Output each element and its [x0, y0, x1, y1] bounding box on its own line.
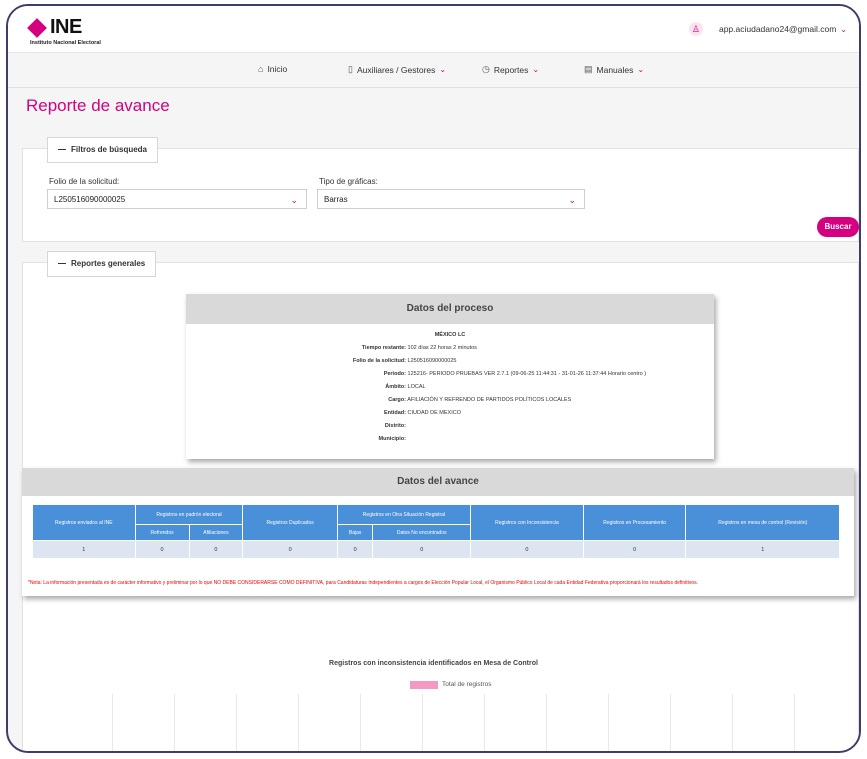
user-menu[interactable]: ♙ app.aciudadano24@gmail.com ⌄ [688, 22, 847, 36]
nav-item-auxiliares[interactable]: ▯ Auxiliares / Gestores ⌄ [348, 64, 446, 75]
page-title: Reporte de avance [26, 96, 170, 115]
progress-table: Registros enviados al INE Registros en p… [32, 504, 840, 559]
nav-item-inicio[interactable]: ⌂ Inicio [258, 64, 287, 74]
user-email: app.aciudadano24@gmail.com [718, 24, 837, 34]
nav-item-reportes[interactable]: ◷ Reportes ⌄ [482, 64, 539, 75]
reports-legend-label: Reportes generales [71, 259, 146, 268]
th-afiliaciones: Afiliaciones [188, 524, 244, 541]
th-otra-situacion: Registros en Otra Situación Registral [336, 504, 472, 525]
chart-type-value: Barras [324, 195, 348, 204]
process-card: Datos del proceso MÉXICO LC Tiempo resta… [186, 294, 714, 459]
main-nav: ⌂ Inicio ▯ Auxiliares / Gestores ⌄ ◷ Rep… [8, 53, 859, 88]
chart-gridline [484, 694, 485, 751]
file-icon: ▤ [584, 64, 593, 74]
chevron-down-icon: ⌄ [568, 195, 576, 205]
document-icon: ▯ [348, 64, 353, 74]
chart-gridline [422, 694, 423, 751]
collapse-icon [58, 263, 66, 265]
search-button[interactable]: Buscar [817, 217, 859, 237]
process-row: Tiempo restante: 102 días 22 horas 2 min… [361, 345, 477, 351]
home-icon: ⌂ [258, 64, 264, 74]
logo-subtitle: Instituto Nacional Electoral [30, 40, 101, 46]
th-duplicados: Registros Duplicados [242, 504, 338, 541]
nav-item-manuales[interactable]: ▤ Manuales ⌄ [584, 64, 644, 75]
nav-label: Reportes [493, 64, 529, 75]
reports-legend[interactable]: Reportes generales [47, 251, 157, 277]
chevron-down-icon: ⌄ [439, 65, 447, 74]
table-cell: 1 [32, 540, 136, 559]
folio-value: L250516090000025 [54, 195, 126, 204]
chevron-down-icon: ⌄ [637, 65, 645, 74]
chart-gridline [112, 694, 113, 751]
chevron-down-icon: ⌄ [290, 195, 298, 205]
progress-card: Datos del avance Registros enviados al I… [22, 468, 854, 596]
process-card-title: Datos del proceso [186, 294, 714, 324]
process-row: Folio de la solicitud: L250516090000025 [352, 358, 457, 364]
th-inconsistencia: Registros con Inconsistencia [470, 504, 584, 541]
table-cell: 0 [336, 540, 374, 559]
ine-logo[interactable]: INE Instituto Nacional Electoral [27, 16, 101, 46]
chart-gridline [608, 694, 609, 751]
progress-card-title: Datos del avance [22, 468, 854, 496]
user-icon: ♙ [688, 22, 703, 36]
th-mesa-control: Registros en mesa de control (Revisión) [685, 504, 840, 541]
chart-gridline [174, 694, 175, 751]
chart-gridline [546, 694, 547, 751]
chart-gridline [732, 694, 733, 751]
chart-gridline [236, 694, 237, 751]
process-row: Municipio: [378, 436, 407, 442]
process-row: Distrito: [384, 423, 406, 429]
table-cell: 0 [242, 540, 338, 559]
th-enviados: Registros enviados al INE [32, 504, 136, 541]
th-no-encontrados: Datos No encontrados [372, 524, 471, 541]
chart-type-select[interactable]: Barras ⌄ [317, 189, 585, 209]
table-cell: 0 [134, 540, 190, 559]
table-cell: 0 [188, 540, 244, 559]
filters-legend[interactable]: Filtros de búsqueda [47, 137, 159, 163]
table-cell: 0 [372, 540, 471, 559]
app-frame: INE Instituto Nacional Electoral ♙ app.a… [6, 4, 861, 753]
folio-label: Folio de la solicitud: [49, 177, 120, 186]
table-cell: 0 [470, 540, 584, 559]
chart-gridline [360, 694, 361, 751]
process-row: Cargo: AFILIACIÓN Y REFRENDO DE PARTIDOS… [388, 397, 572, 403]
filters-legend-label: Filtros de búsqueda [71, 145, 148, 154]
clock-icon: ◷ [482, 64, 490, 74]
process-heading: MÉXICO LC [434, 332, 466, 338]
nav-label: Auxiliares / Gestores [356, 64, 436, 75]
process-row: Entidad: CIUDAD DE MEXICO [384, 410, 462, 416]
chart-gridline [670, 694, 671, 751]
filters-panel: Filtros de búsqueda Folio de la solicitu… [22, 137, 859, 242]
table-cell: 1 [685, 540, 840, 559]
top-header: INE Instituto Nacional Electoral ♙ app.a… [8, 6, 859, 53]
th-bajas: Bajas [336, 524, 374, 541]
chart-title: Registros con inconsistencia identificad… [329, 660, 538, 667]
collapse-icon [58, 149, 66, 151]
disclaimer-note: *Nota: La información presentada es de c… [28, 580, 698, 586]
chart-type-label: Tipo de gráficas: [319, 177, 378, 186]
th-procesamiento: Registros en Procesamiento [582, 504, 687, 541]
process-row: Periodo: 125216- PERIODO PRUEBAS VER 2.7… [383, 371, 647, 377]
process-row: Ámbito: LOCAL [385, 384, 426, 390]
th-padron: Registros en padrón electoral [134, 504, 244, 525]
folio-select[interactable]: L250516090000025 ⌄ [47, 189, 307, 209]
logo-text: INE [50, 16, 82, 38]
logo-diamond-icon [27, 17, 47, 38]
chevron-down-icon: ⌄ [840, 24, 847, 34]
chart-gridline [298, 694, 299, 751]
table-cell: 0 [582, 540, 687, 559]
nav-label: Inicio [267, 64, 288, 74]
chart-legend-swatch[interactable] [410, 681, 438, 689]
nav-label: Manuales [596, 64, 634, 75]
chart-gridline [794, 694, 795, 751]
chevron-down-icon: ⌄ [532, 65, 540, 74]
th-refrendos: Refrendos [134, 524, 190, 541]
chart-legend-label[interactable]: Total de registros [442, 681, 492, 688]
